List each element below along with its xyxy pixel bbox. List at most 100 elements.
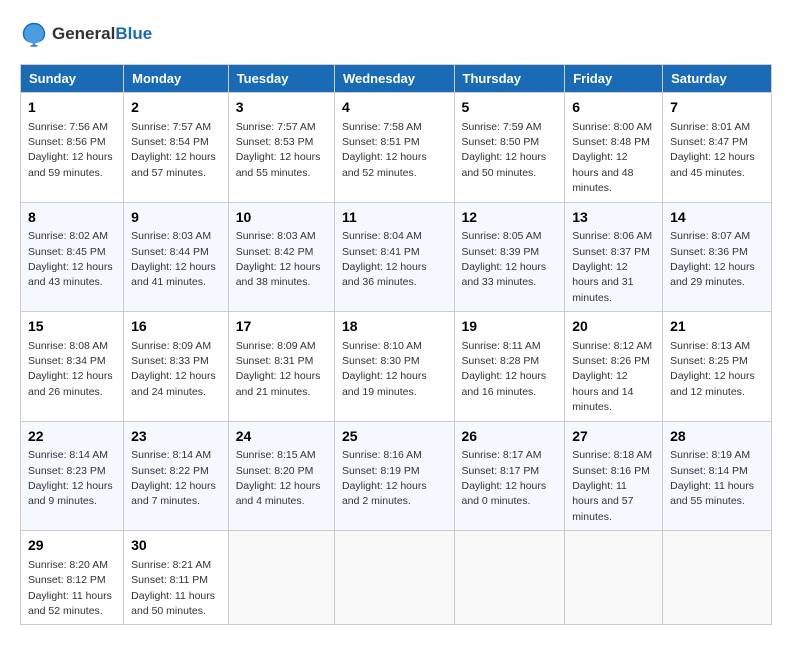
day-sunset: Sunset: 8:28 PM: [462, 355, 540, 367]
calendar-day-cell: 19 Sunrise: 8:11 AM Sunset: 8:28 PM Dayl…: [454, 312, 565, 422]
day-sunrise: Sunrise: 8:13 AM: [670, 340, 750, 352]
day-daylight: Daylight: 11 hours and 52 minutes.: [28, 590, 112, 617]
day-sunset: Sunset: 8:53 PM: [236, 136, 314, 148]
day-sunset: Sunset: 8:34 PM: [28, 355, 106, 367]
day-number: 26: [462, 427, 558, 447]
day-daylight: Daylight: 12 hours and 19 minutes.: [342, 370, 427, 397]
day-number: 11: [342, 208, 447, 228]
day-daylight: Daylight: 12 hours and 45 minutes.: [670, 151, 755, 178]
day-daylight: Daylight: 12 hours and 0 minutes.: [462, 480, 547, 507]
calendar-week-row: 15 Sunrise: 8:08 AM Sunset: 8:34 PM Dayl…: [21, 312, 772, 422]
day-daylight: Daylight: 12 hours and 50 minutes.: [462, 151, 547, 178]
day-sunset: Sunset: 8:42 PM: [236, 246, 314, 258]
day-daylight: Daylight: 12 hours and 38 minutes.: [236, 261, 321, 288]
calendar-day-cell: 20 Sunrise: 8:12 AM Sunset: 8:26 PM Dayl…: [565, 312, 663, 422]
day-sunrise: Sunrise: 8:00 AM: [572, 121, 652, 133]
calendar-day-cell: 8 Sunrise: 8:02 AM Sunset: 8:45 PM Dayli…: [21, 202, 124, 312]
day-sunrise: Sunrise: 8:10 AM: [342, 340, 422, 352]
day-sunset: Sunset: 8:22 PM: [131, 465, 209, 477]
day-sunset: Sunset: 8:33 PM: [131, 355, 209, 367]
day-sunrise: Sunrise: 8:02 AM: [28, 230, 108, 242]
day-sunrise: Sunrise: 8:11 AM: [462, 340, 541, 352]
calendar-day-cell: 15 Sunrise: 8:08 AM Sunset: 8:34 PM Dayl…: [21, 312, 124, 422]
day-number: 23: [131, 427, 221, 447]
day-number: 3: [236, 98, 327, 118]
calendar-day-cell: [334, 531, 454, 625]
day-number: 25: [342, 427, 447, 447]
day-sunrise: Sunrise: 7:56 AM: [28, 121, 108, 133]
day-sunset: Sunset: 8:54 PM: [131, 136, 209, 148]
day-sunset: Sunset: 8:48 PM: [572, 136, 650, 148]
day-daylight: Daylight: 12 hours and 16 minutes.: [462, 370, 547, 397]
day-sunset: Sunset: 8:23 PM: [28, 465, 106, 477]
day-sunrise: Sunrise: 8:20 AM: [28, 559, 108, 571]
day-sunset: Sunset: 8:36 PM: [670, 246, 748, 258]
calendar-day-cell: 3 Sunrise: 7:57 AM Sunset: 8:53 PM Dayli…: [228, 93, 334, 203]
day-number: 8: [28, 208, 116, 228]
day-header-friday: Friday: [565, 65, 663, 93]
day-sunset: Sunset: 8:45 PM: [28, 246, 106, 258]
calendar-table: SundayMondayTuesdayWednesdayThursdayFrid…: [20, 64, 772, 625]
day-header-thursday: Thursday: [454, 65, 565, 93]
day-daylight: Daylight: 12 hours and 4 minutes.: [236, 480, 321, 507]
day-number: 10: [236, 208, 327, 228]
day-number: 14: [670, 208, 764, 228]
logo-icon: [20, 20, 48, 48]
calendar-day-cell: 7 Sunrise: 8:01 AM Sunset: 8:47 PM Dayli…: [663, 93, 772, 203]
day-sunrise: Sunrise: 8:08 AM: [28, 340, 108, 352]
day-sunrise: Sunrise: 8:04 AM: [342, 230, 422, 242]
day-header-monday: Monday: [124, 65, 229, 93]
day-sunset: Sunset: 8:30 PM: [342, 355, 420, 367]
day-number: 30: [131, 536, 221, 556]
day-sunrise: Sunrise: 8:17 AM: [462, 449, 542, 461]
calendar-day-cell: 12 Sunrise: 8:05 AM Sunset: 8:39 PM Dayl…: [454, 202, 565, 312]
calendar-day-cell: 23 Sunrise: 8:14 AM Sunset: 8:22 PM Dayl…: [124, 421, 229, 531]
day-sunrise: Sunrise: 8:09 AM: [131, 340, 211, 352]
day-number: 1: [28, 98, 116, 118]
day-sunrise: Sunrise: 8:16 AM: [342, 449, 422, 461]
day-daylight: Daylight: 12 hours and 41 minutes.: [131, 261, 216, 288]
day-daylight: Daylight: 12 hours and 21 minutes.: [236, 370, 321, 397]
day-sunset: Sunset: 8:16 PM: [572, 465, 650, 477]
day-sunset: Sunset: 8:37 PM: [572, 246, 650, 258]
day-daylight: Daylight: 12 hours and 57 minutes.: [131, 151, 216, 178]
day-number: 19: [462, 317, 558, 337]
day-sunrise: Sunrise: 8:03 AM: [131, 230, 211, 242]
calendar-day-cell: 30 Sunrise: 8:21 AM Sunset: 8:11 PM Dayl…: [124, 531, 229, 625]
day-sunset: Sunset: 8:17 PM: [462, 465, 540, 477]
calendar-day-cell: 17 Sunrise: 8:09 AM Sunset: 8:31 PM Dayl…: [228, 312, 334, 422]
day-sunset: Sunset: 8:14 PM: [670, 465, 748, 477]
day-sunset: Sunset: 8:26 PM: [572, 355, 650, 367]
day-sunrise: Sunrise: 8:01 AM: [670, 121, 750, 133]
calendar-day-cell: 11 Sunrise: 8:04 AM Sunset: 8:41 PM Dayl…: [334, 202, 454, 312]
day-sunrise: Sunrise: 8:06 AM: [572, 230, 652, 242]
day-sunset: Sunset: 8:19 PM: [342, 465, 420, 477]
day-number: 20: [572, 317, 655, 337]
day-daylight: Daylight: 12 hours and 33 minutes.: [462, 261, 547, 288]
day-number: 13: [572, 208, 655, 228]
day-sunrise: Sunrise: 8:14 AM: [28, 449, 108, 461]
day-sunset: Sunset: 8:11 PM: [131, 574, 208, 586]
calendar-day-cell: 2 Sunrise: 7:57 AM Sunset: 8:54 PM Dayli…: [124, 93, 229, 203]
day-daylight: Daylight: 12 hours and 14 minutes.: [572, 370, 633, 413]
calendar-day-cell: 22 Sunrise: 8:14 AM Sunset: 8:23 PM Dayl…: [21, 421, 124, 531]
day-header-saturday: Saturday: [663, 65, 772, 93]
day-sunrise: Sunrise: 8:18 AM: [572, 449, 652, 461]
day-number: 22: [28, 427, 116, 447]
calendar-day-cell: [565, 531, 663, 625]
day-daylight: Daylight: 12 hours and 36 minutes.: [342, 261, 427, 288]
day-daylight: Daylight: 12 hours and 43 minutes.: [28, 261, 113, 288]
day-daylight: Daylight: 12 hours and 48 minutes.: [572, 151, 633, 194]
day-sunrise: Sunrise: 7:57 AM: [131, 121, 211, 133]
day-header-wednesday: Wednesday: [334, 65, 454, 93]
calendar-day-cell: 4 Sunrise: 7:58 AM Sunset: 8:51 PM Dayli…: [334, 93, 454, 203]
day-daylight: Daylight: 12 hours and 59 minutes.: [28, 151, 113, 178]
page-header: GeneralBlue: [20, 20, 772, 48]
day-number: 6: [572, 98, 655, 118]
day-number: 16: [131, 317, 221, 337]
calendar-day-cell: 26 Sunrise: 8:17 AM Sunset: 8:17 PM Dayl…: [454, 421, 565, 531]
day-sunrise: Sunrise: 8:07 AM: [670, 230, 750, 242]
calendar-day-cell: [663, 531, 772, 625]
day-sunrise: Sunrise: 8:03 AM: [236, 230, 316, 242]
day-daylight: Daylight: 12 hours and 24 minutes.: [131, 370, 216, 397]
